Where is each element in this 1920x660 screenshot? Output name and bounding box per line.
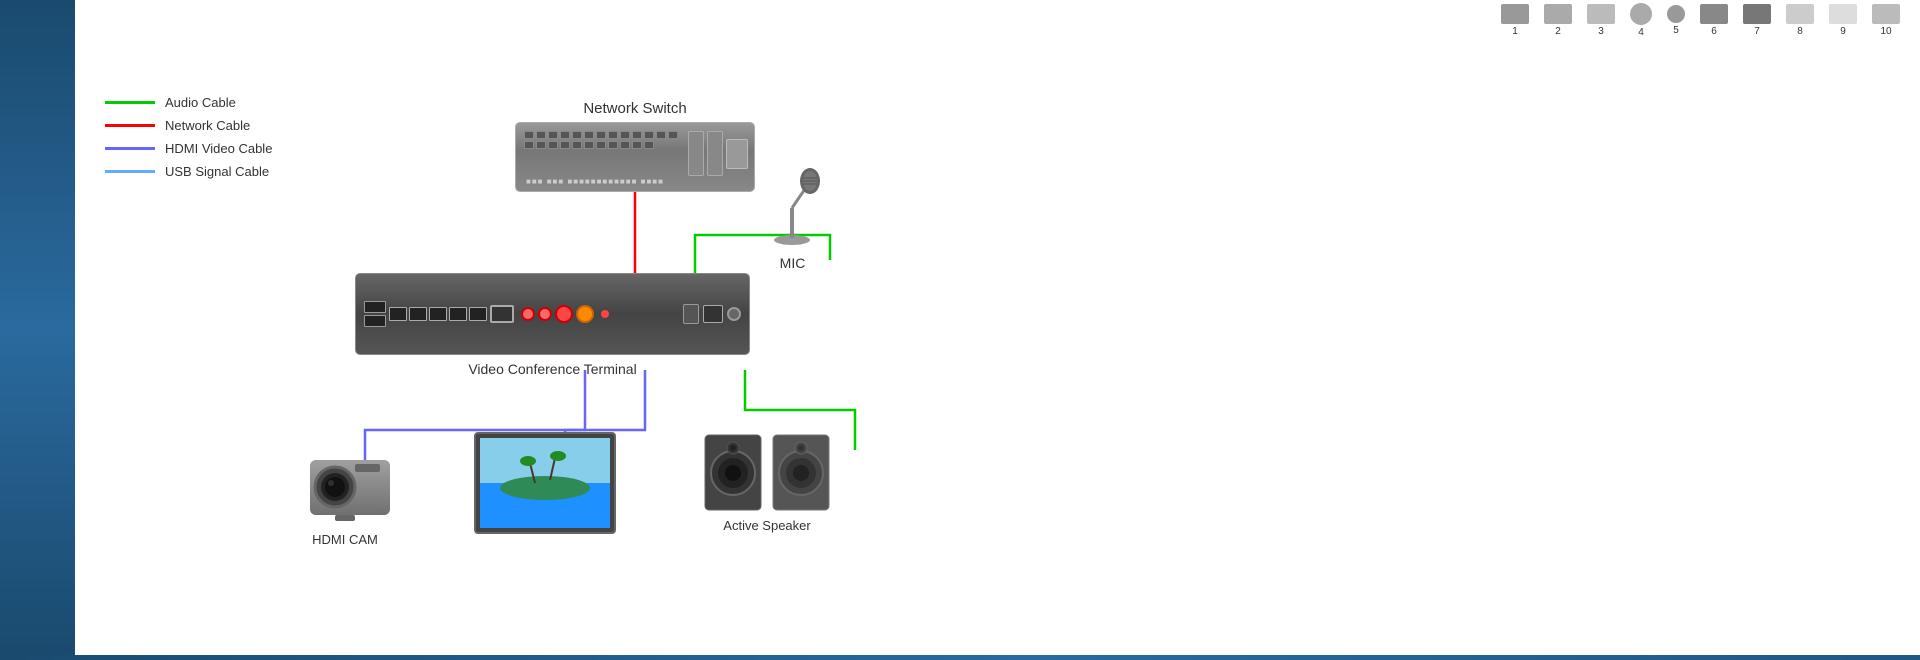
mic-icon [755, 168, 830, 248]
legend-audio-cable: Audio Cable [105, 95, 272, 110]
cam-icon [295, 450, 395, 525]
hdmi-cable-line [105, 147, 155, 150]
mic-device: MIC [755, 168, 830, 271]
network-cable-line [105, 124, 155, 127]
speaker-right-icon [771, 433, 831, 513]
vct-label: Video Conference Terminal [355, 361, 750, 377]
main-content: 1 2 3 4 5 6 7 8 [75, 0, 1920, 655]
thumb-7[interactable]: 7 [1743, 4, 1771, 37]
thumb-4[interactable]: 4 [1630, 3, 1652, 38]
hdmi-cable-label: HDMI Video Cable [165, 141, 272, 156]
audio-cable-label: Audio Cable [165, 95, 236, 110]
legend-network-cable: Network Cable [105, 118, 272, 133]
network-switch: Network Switch [515, 100, 755, 192]
legend-usb-cable: USB Signal Cable [105, 164, 272, 179]
thumb-2[interactable]: 2 [1544, 4, 1572, 37]
network-cable-label: Network Cable [165, 118, 250, 133]
usb-cable-label: USB Signal Cable [165, 164, 269, 179]
display-device [470, 428, 620, 553]
display-icon [470, 428, 620, 548]
thumbnail-strip: 1 2 3 4 5 6 7 8 [1320, 0, 1920, 40]
thumb-1[interactable]: 1 [1501, 4, 1529, 37]
thumb-10[interactable]: 10 [1872, 4, 1900, 37]
thumb-8[interactable]: 8 [1786, 4, 1814, 37]
mic-label: MIC [755, 255, 830, 271]
diagram: Network Switch [275, 60, 1475, 660]
cam-label: HDMI CAM [295, 532, 395, 547]
thumb-6[interactable]: 6 [1700, 4, 1728, 37]
hdmi-cam: HDMI CAM [295, 450, 395, 547]
legend: Audio Cable Network Cable HDMI Video Cab… [105, 95, 272, 187]
speaker-label: Active Speaker [703, 518, 831, 533]
network-switch-label: Network Switch [515, 100, 755, 117]
left-sidebar [0, 0, 75, 655]
vct-device: Video Conference Terminal [355, 273, 750, 377]
usb-cable-line [105, 170, 155, 173]
audio-cable-line [105, 101, 155, 104]
legend-hdmi-cable: HDMI Video Cable [105, 141, 272, 156]
thumb-9[interactable]: 9 [1829, 4, 1857, 37]
speaker-left-icon [703, 433, 763, 513]
thumb-3[interactable]: 3 [1587, 4, 1615, 37]
thumb-5[interactable]: 5 [1667, 5, 1685, 36]
speaker-device: Active Speaker [703, 433, 831, 533]
